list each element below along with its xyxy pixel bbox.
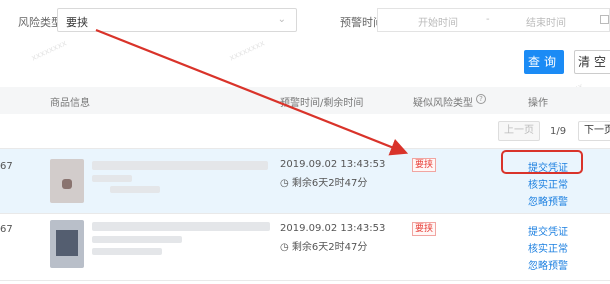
query-button[interactable]: 查询 [524, 50, 564, 74]
product-meta-redacted [110, 186, 160, 193]
watermark: xxxxxxxx [29, 38, 69, 63]
calendar-icon[interactable] [600, 15, 609, 24]
warning-time: 2019.09.02 13:43:53 [280, 223, 386, 234]
table-row[interactable]: 67 2019.09.02 13:43:53 ◷ 剩余6天2时47分 要挟 提交… [0, 214, 610, 280]
submit-proof-link[interactable]: 提交凭证 [528, 223, 568, 238]
clock-icon: ◷ [280, 242, 292, 253]
submit-proof-link[interactable]: 提交凭证 [528, 159, 568, 174]
product-image[interactable] [50, 220, 84, 268]
row-id-suffix: 67 [0, 161, 13, 172]
remaining-time-text: 剩余6天2时47分 [291, 178, 368, 189]
next-page-button[interactable]: 下一页 [578, 121, 610, 141]
chevron-down-icon: ⌄ [277, 14, 286, 25]
risk-type-selected-value: 要挟 [66, 16, 88, 29]
header-risk-type: 疑似风险类型 [413, 98, 473, 109]
remaining-time: ◷ 剩余6天2时47分 [280, 174, 367, 189]
product-meta-redacted [92, 175, 132, 182]
row-id-suffix: 67 [0, 224, 13, 235]
risk-tag: 要挟 [412, 222, 437, 236]
product-meta-redacted [92, 248, 162, 255]
clock-icon: ◷ [280, 178, 292, 189]
prev-page-button[interactable]: 上一页 [498, 121, 540, 141]
header-product-info: 商品信息 [50, 98, 90, 109]
question-circle-icon[interactable]: ? [476, 94, 486, 104]
range-separator: - [486, 14, 490, 25]
start-time-input[interactable]: 开始时间 [418, 14, 458, 29]
warning-time-range[interactable]: 开始时间 - 结束时间 [377, 8, 610, 32]
page-indicator: 1/9 [550, 126, 567, 137]
remaining-time-text: 剩余6天2时47分 [291, 242, 368, 253]
product-image[interactable] [50, 159, 84, 203]
clear-button[interactable]: 清空 [574, 50, 610, 74]
verify-normal-link[interactable]: 核实正常 [528, 176, 568, 191]
ignore-warning-link[interactable]: 忽略预警 [528, 193, 568, 208]
warning-time: 2019.09.02 13:43:53 [280, 159, 386, 170]
table-header: 商品信息 预警时间/剩余时间 疑似风险类型 ? 操作 [0, 87, 610, 114]
risk-type-select[interactable]: 要挟 ⌄ [57, 8, 297, 32]
product-title-redacted [92, 161, 268, 170]
end-time-input[interactable]: 结束时间 [526, 14, 566, 29]
product-title-redacted [92, 222, 270, 231]
ignore-warning-link[interactable]: 忽略预警 [528, 257, 568, 272]
divider [0, 280, 610, 281]
remaining-time: ◷ 剩余6天2时47分 [280, 238, 367, 253]
risk-tag: 要挟 [412, 158, 437, 172]
header-operations: 操作 [528, 98, 548, 109]
table-row[interactable]: 67 2019.09.02 13:43:53 ◷ 剩余6天2时47分 要挟 提交… [0, 149, 610, 213]
header-warning-time: 预警时间/剩余时间 [280, 98, 364, 109]
watermark: xxxxxxxx [227, 38, 267, 63]
risk-type-label: 风险类型 [18, 16, 62, 29]
verify-normal-link[interactable]: 核实正常 [528, 240, 568, 255]
product-meta-redacted [92, 236, 182, 243]
